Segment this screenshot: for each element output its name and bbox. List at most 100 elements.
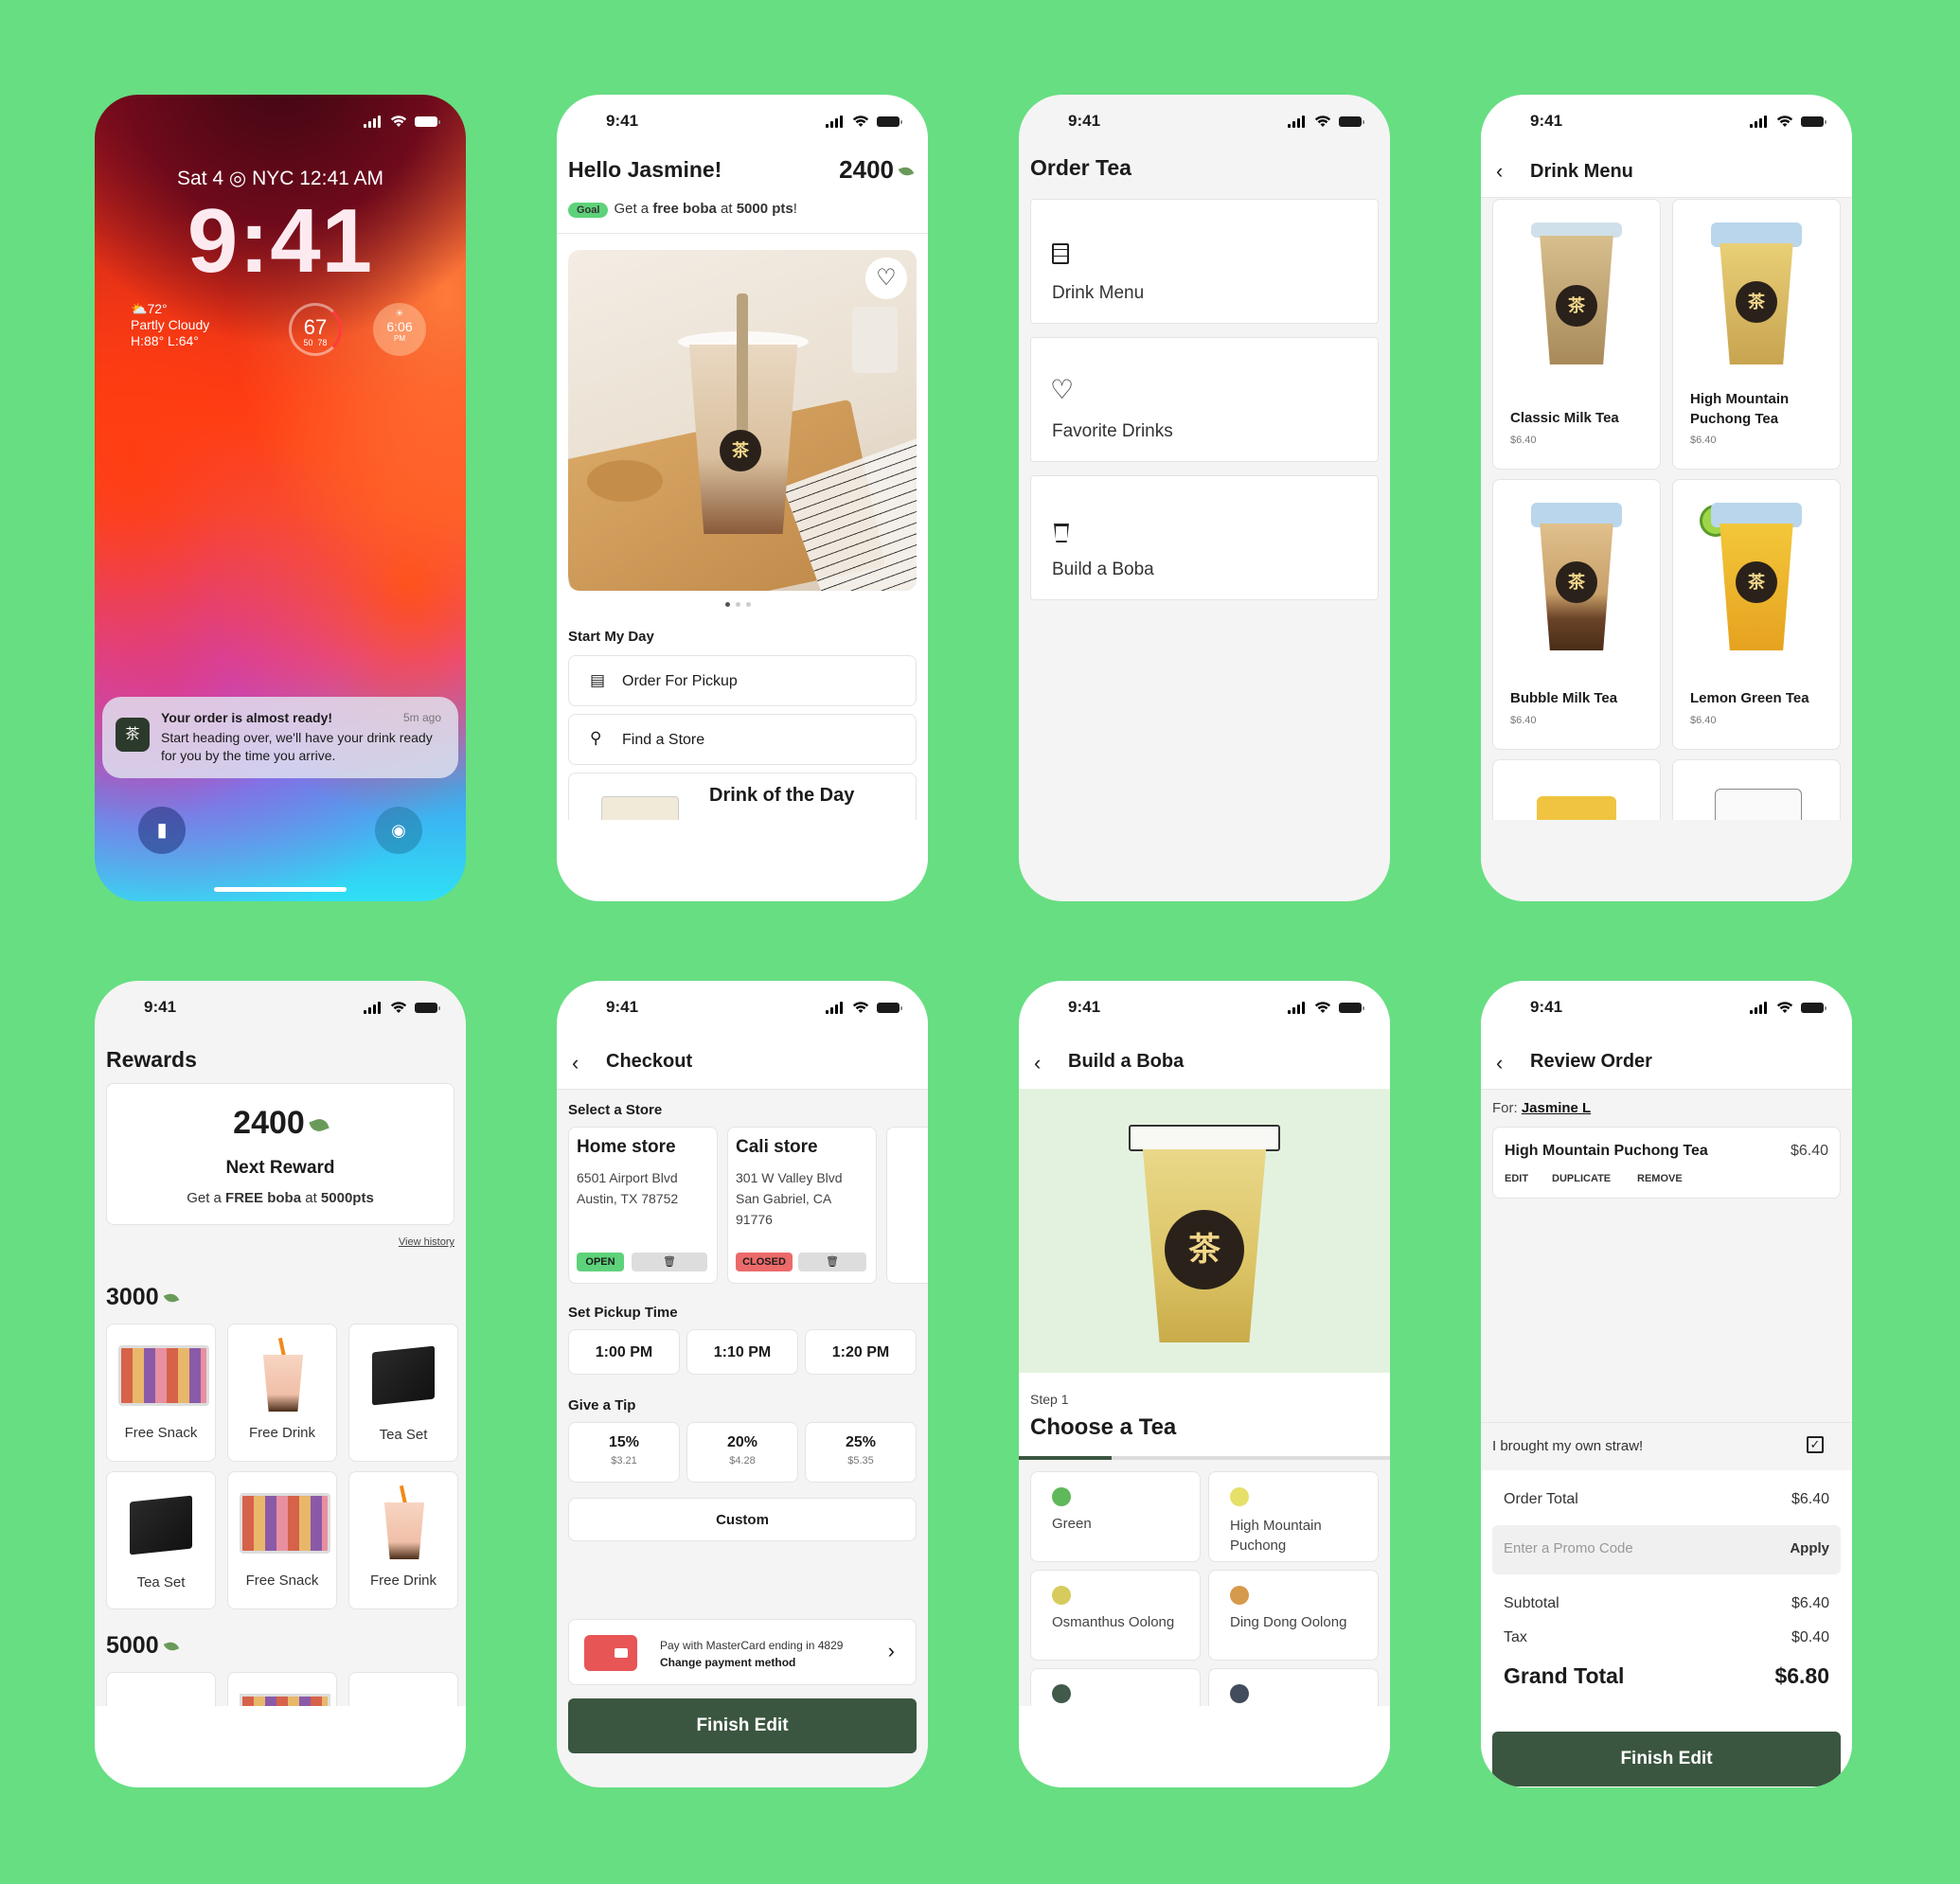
select-store-label: Select a Store: [568, 1102, 663, 1118]
reward-tea-set[interactable]: Tea Set: [348, 1324, 458, 1462]
chevron-right-icon: ›: [887, 1639, 895, 1662]
favorite-drinks-option[interactable]: ♡ Favorite Drinks: [1030, 337, 1379, 462]
edit-button[interactable]: EDIT: [1505, 1173, 1528, 1184]
trash-icon: 🗑: [663, 1256, 676, 1268]
reward-tea-set[interactable]: Tea Set: [106, 1471, 216, 1609]
drink-menu-screen: 9:41 ‹ Drink Menu 茶 Classic Milk Tea $6.…: [1481, 95, 1852, 901]
app-icon: 茶: [116, 718, 150, 752]
flashlight-icon: ▮: [156, 820, 168, 841]
tea-option[interactable]: Green: [1030, 1471, 1201, 1562]
step-label: Step 1: [1030, 1392, 1069, 1407]
nav-header: ‹ Drink Menu: [1481, 150, 1852, 198]
bottom-fade: [557, 820, 928, 901]
back-chevron-icon[interactable]: ‹: [1496, 1051, 1503, 1075]
store-card-partial[interactable]: [886, 1127, 928, 1284]
home-indicator: [214, 887, 347, 892]
reward-free-drink[interactable]: Free Drink: [227, 1324, 337, 1462]
view-history-link[interactable]: View history: [399, 1236, 454, 1248]
notification-card[interactable]: 茶 Your order is almost ready! 5m ago Sta…: [102, 697, 458, 778]
time-option[interactable]: 1:20 PM: [805, 1329, 917, 1375]
preview-cup: 茶: [1129, 1125, 1280, 1342]
spoon: [587, 460, 663, 502]
promo-input[interactable]: Enter a Promo Code Apply: [1492, 1525, 1841, 1574]
signal-icon: [1288, 116, 1307, 128]
duplicate-button[interactable]: DUPLICATE: [1552, 1173, 1611, 1184]
menu-item[interactable]: 茶 Classic Milk Tea $6.40: [1492, 199, 1661, 470]
points-display: 2400: [839, 155, 915, 185]
location-pin-icon: ⚲: [590, 729, 602, 747]
store-card-cali[interactable]: Cali store 301 W Valley Blvd San Gabriel…: [727, 1127, 877, 1284]
notif-body: Start heading over, we'll have your drin…: [161, 730, 433, 763]
status-indicators: [1750, 116, 1826, 129]
status-bar: 9:41: [557, 981, 928, 1036]
status-bar: 9:41: [1481, 95, 1852, 150]
nav-header: ‹ Checkout: [557, 1036, 928, 1090]
customer-name[interactable]: Jasmine L: [1522, 1100, 1591, 1116]
lock-time: 9:41: [187, 190, 374, 292]
wifi-icon: [1314, 116, 1331, 127]
status-badge: CLOSED: [736, 1253, 793, 1271]
tea-option[interactable]: Osmanthus Oolong: [1030, 1570, 1201, 1661]
bottom-fade: [1481, 820, 1852, 901]
store-card-home[interactable]: Home store 6501 Airport Blvd Austin, TX …: [568, 1127, 718, 1284]
boba-drink-image: [382, 1484, 427, 1559]
tea-swatch: [1230, 1487, 1249, 1506]
straw-row[interactable]: I brought my own straw! ✓: [1481, 1422, 1852, 1471]
signal-icon: [1288, 1002, 1307, 1014]
custom-tip-button[interactable]: Custom: [568, 1498, 917, 1541]
reward-free-snack[interactable]: Free Snack: [227, 1471, 337, 1609]
finish-edit-button[interactable]: Finish Edit: [568, 1698, 917, 1753]
classic-milk-tea-image: 茶: [1531, 222, 1622, 364]
status-indicators: [826, 1002, 902, 1015]
tip-option[interactable]: 15% $3.21: [568, 1422, 680, 1483]
build-boba-option[interactable]: Build a Boba: [1030, 475, 1379, 600]
time-option[interactable]: 1:00 PM: [568, 1329, 680, 1375]
time-option[interactable]: 1:10 PM: [686, 1329, 798, 1375]
status-indicators: [1288, 116, 1364, 129]
points-card: 2400 Next Reward Get a FREE boba at 5000…: [106, 1083, 454, 1225]
tea-option[interactable]: High Mountain Puchong: [1208, 1471, 1379, 1562]
wifi-icon: [852, 1002, 869, 1013]
reward-free-snack[interactable]: Free Snack: [106, 1324, 216, 1462]
payment-method-row[interactable]: Pay with MasterCard ending in 4829 Chang…: [568, 1619, 917, 1685]
battery-icon: [1801, 116, 1826, 127]
reward-goal: Get a FREE boba at 5000pts: [187, 1190, 374, 1206]
remove-button[interactable]: REMOVE: [1637, 1173, 1683, 1184]
drink-preview: 茶: [1019, 1089, 1390, 1373]
favorite-button[interactable]: ♡: [865, 258, 907, 299]
drink-menu-option[interactable]: Drink Menu: [1030, 199, 1379, 324]
wifi-icon: [852, 116, 869, 127]
tip-option[interactable]: 20% $4.28: [686, 1422, 798, 1483]
status-bar: 9:41: [1481, 981, 1852, 1036]
store-delete-button[interactable]: 🗑: [632, 1253, 707, 1271]
back-chevron-icon[interactable]: ‹: [572, 1051, 579, 1075]
status-indicators: [1288, 1002, 1364, 1015]
goal-row: Goal Get a free boba at 5000 pts!: [568, 201, 797, 218]
camera-button[interactable]: ◉: [375, 807, 422, 854]
reward-free-drink[interactable]: Free Drink: [348, 1471, 458, 1609]
tea-swatch: [1230, 1586, 1249, 1605]
menu-item[interactable]: 茶 High Mountain Puchong Tea $6.40: [1672, 199, 1841, 470]
apply-button[interactable]: Apply: [1790, 1540, 1829, 1556]
find-store-button[interactable]: ⚲ Find a Store: [568, 714, 917, 765]
camera-icon: ◉: [391, 821, 406, 840]
status-bar: 9:41: [95, 981, 466, 1036]
notif-title: Your order is almost ready!: [161, 710, 333, 725]
wifi-icon: [1776, 1002, 1793, 1013]
back-chevron-icon[interactable]: ‹: [1496, 159, 1503, 184]
flashlight-button[interactable]: ▮: [138, 807, 186, 854]
finish-edit-button[interactable]: Finish Edit: [1492, 1732, 1841, 1786]
store-delete-button[interactable]: 🗑: [798, 1253, 866, 1271]
tip-option[interactable]: 25% $5.35: [805, 1422, 917, 1483]
car-icon: ▤: [590, 671, 606, 689]
order-tea-screen: 9:41 Order Tea Drink Menu ♡ Favorite Dri…: [1019, 95, 1390, 901]
next-reward-label: Next Reward: [225, 1158, 335, 1178]
menu-item[interactable]: 茶 Bubble Milk Tea $6.40: [1492, 479, 1661, 750]
back-chevron-icon[interactable]: ‹: [1034, 1051, 1041, 1075]
straw-checkbox[interactable]: ✓: [1807, 1436, 1824, 1453]
section-title: Start My Day: [568, 629, 654, 645]
battery-icon: [877, 1003, 902, 1013]
pickup-button[interactable]: ▤ Order For Pickup: [568, 655, 917, 706]
menu-item[interactable]: 茶 Lemon Green Tea $6.40: [1672, 479, 1841, 750]
tea-option[interactable]: Ding Dong Oolong: [1208, 1570, 1379, 1661]
